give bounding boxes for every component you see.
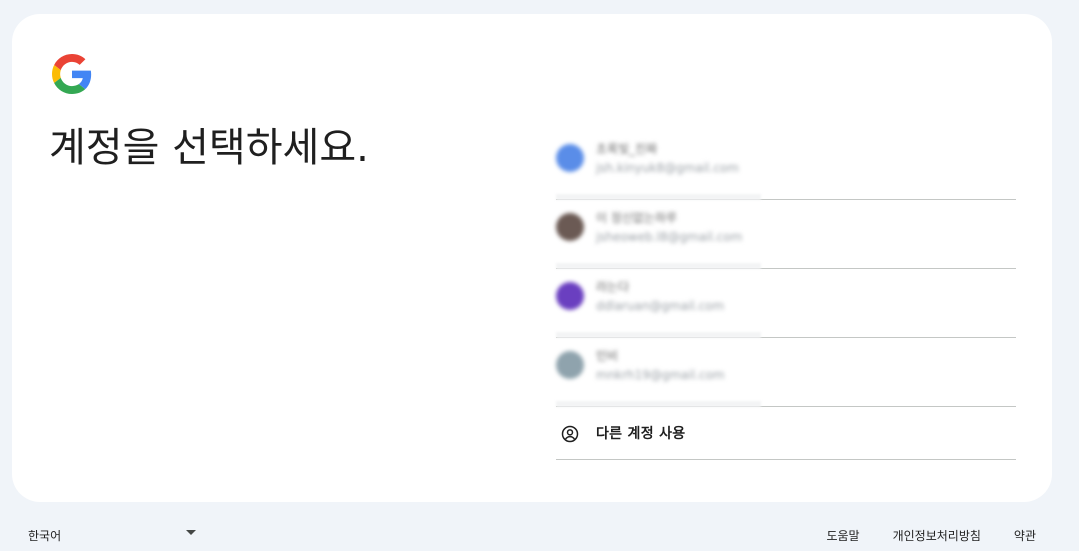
account-item[interactable]: 이 정신없는하루 jsheoweb.l8@gmail.com [556, 200, 1016, 269]
account-chooser-card: 계정을 선택하세요. 초록빛_진짜 jsh.kinyuk8@gmail.com … [12, 14, 1052, 502]
footer-links: 도움말 개인정보처리방침 약관 [826, 527, 1036, 544]
dropdown-arrow-icon [186, 530, 196, 535]
terms-link[interactable]: 약관 [1014, 527, 1036, 544]
account-email: jsh.kinyuk8@gmail.com [596, 161, 739, 175]
avatar [556, 282, 584, 310]
account-email: jsheoweb.l8@gmail.com [596, 230, 743, 244]
account-item[interactable]: 초록빛_진짜 jsh.kinyuk8@gmail.com [556, 131, 1016, 200]
google-logo-icon [52, 54, 92, 94]
page-title: 계정을 선택하세요. [49, 125, 369, 171]
account-circle-icon [561, 425, 579, 443]
account-item[interactable]: 민비 mnkrh19@gmail.com [556, 338, 1016, 407]
avatar [556, 144, 584, 172]
language-selector[interactable]: 한국어 [28, 527, 196, 547]
privacy-link[interactable]: 개인정보처리방침 [893, 527, 981, 544]
account-name: 라는다 [596, 280, 630, 294]
help-link[interactable]: 도움말 [826, 527, 859, 544]
account-name: 초록빛_진짜 [596, 142, 658, 156]
footer: 한국어 도움말 개인정보처리방침 약관 [0, 522, 1079, 550]
account-list: 초록빛_진짜 jsh.kinyuk8@gmail.com 이 정신없는하루 js… [556, 131, 1016, 460]
language-label: 한국어 [28, 529, 62, 543]
account-email: ddlaruan@gmail.com [596, 299, 725, 313]
avatar [556, 351, 584, 379]
account-item[interactable]: 라는다 ddlaruan@gmail.com [556, 269, 1016, 338]
account-name: 민비 [596, 349, 619, 363]
avatar [556, 213, 584, 241]
account-name: 이 정신없는하루 [596, 211, 678, 225]
use-another-account-label: 다른 계정 사용 [596, 426, 686, 442]
use-another-account-button[interactable]: 다른 계정 사용 [556, 407, 1016, 460]
account-email: mnkrh19@gmail.com [596, 368, 725, 382]
